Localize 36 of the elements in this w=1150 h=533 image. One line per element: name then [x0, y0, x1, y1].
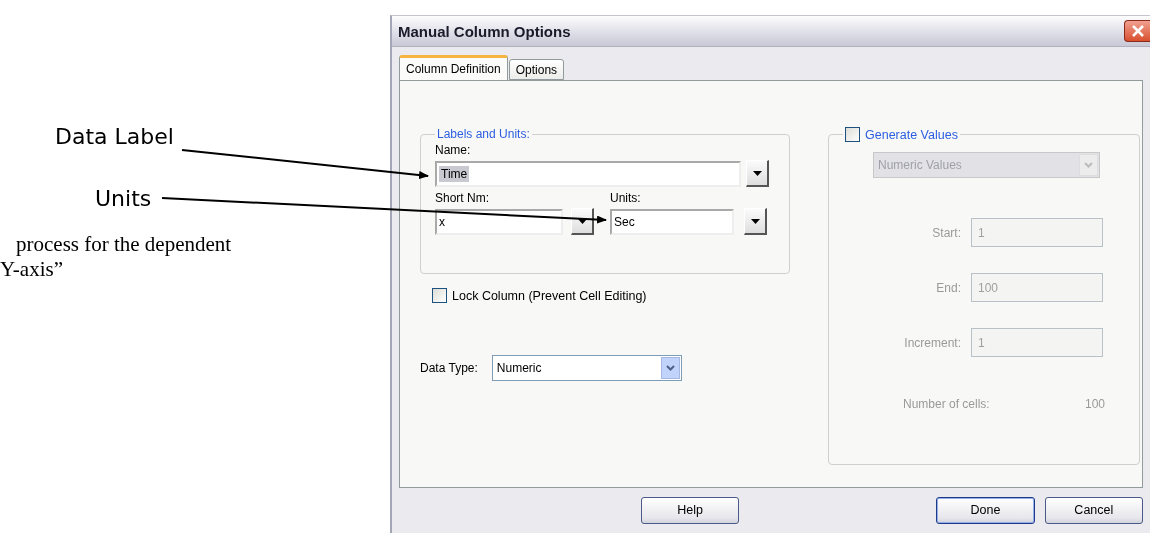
generate-values-checkbox[interactable]: Generate Values: [845, 127, 958, 142]
field-label: End:: [936, 280, 961, 295]
chevron-down-icon: [665, 365, 675, 371]
close-icon: [1131, 25, 1144, 37]
dropdown-button[interactable]: [744, 208, 767, 235]
note-text: Y-axis”: [0, 257, 63, 282]
field-label: Increment:: [904, 335, 961, 350]
lock-column-checkbox[interactable]: Lock Column (Prevent Cell Editing): [432, 288, 822, 303]
field-label: Data Type:: [420, 361, 478, 375]
field-label: Units:: [610, 191, 642, 205]
field-label: Short Nm:: [435, 191, 490, 205]
close-button[interactable]: [1124, 20, 1150, 42]
dialog-button[interactable]: Help: [641, 496, 740, 524]
note-text: process for the dependent: [16, 232, 232, 257]
chevron-down-icon: [1084, 162, 1093, 168]
dropdown-arrow-icon: [752, 170, 762, 176]
tab[interactable]: Column Definition: [399, 55, 508, 80]
dialog-button[interactable]: Cancel: [1044, 496, 1143, 524]
dropdown-button[interactable]: [746, 160, 769, 187]
window-title: Manual Column Options: [398, 22, 571, 40]
field-label: Number of cells:: [903, 397, 991, 411]
dropdown-button[interactable]: [571, 208, 594, 235]
field-label: Name:: [435, 143, 472, 157]
dialog-button[interactable]: Done: [936, 496, 1035, 524]
group-title: Labels and Units:: [436, 127, 531, 141]
input-field[interactable]: x: [435, 208, 563, 235]
cell-count: 100: [1084, 397, 1105, 411]
annotation-label: Units: [95, 186, 152, 212]
data-type-select[interactable]: Numeric: [491, 355, 682, 381]
tab[interactable]: Options: [508, 59, 565, 80]
field-label: Start:: [932, 225, 961, 240]
annotation-label: Data Label: [55, 124, 174, 150]
input-field[interactable]: Time: [435, 160, 741, 187]
dropdown-arrow-icon: [577, 218, 587, 224]
dropdown-arrow-icon: [750, 218, 760, 224]
input-field[interactable]: Sec: [610, 208, 734, 235]
